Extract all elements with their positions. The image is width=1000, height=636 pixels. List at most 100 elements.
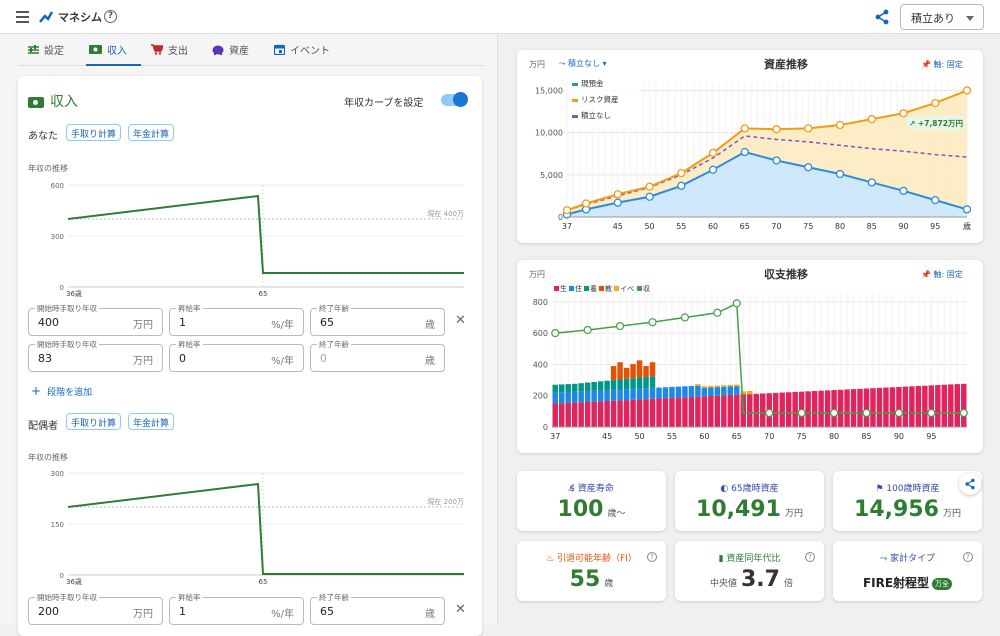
income-point [765, 408, 774, 418]
living-cost-bar [805, 391, 811, 427]
help-icon[interactable]: ? [963, 552, 973, 562]
tab-events-label: イベント [290, 46, 330, 57]
plan-select[interactable]: 積立あり [900, 4, 984, 30]
living-cost-bar [831, 390, 837, 427]
person-spouse-label: 配偶者 [28, 421, 58, 432]
stat-header: $̸ 資産寿命 [517, 481, 666, 494]
tab-income[interactable]: 収入 [86, 36, 141, 66]
income-title-text: 収入 [50, 94, 78, 110]
share-fab[interactable] [959, 473, 981, 495]
cash-point [962, 205, 972, 214]
living-cost-bar [922, 385, 928, 427]
tab-events[interactable]: イベント [273, 36, 330, 66]
living-cost-bar [675, 397, 682, 427]
share-icon[interactable] [875, 9, 889, 28]
cashflow-chart-title: 収支推移 [764, 268, 808, 281]
axis-fixed-toggle[interactable]: 📌 軸: 固定 [921, 59, 963, 70]
raise-rate-field-1[interactable]: 昇給率 1 %/年 [169, 303, 304, 336]
help-icon[interactable]: ? [104, 10, 117, 23]
asset-chart-card: 万円 ⤳ 積立なし ▾ 資産推移 📌 軸: 固定 15,000 10,000 5,0… [517, 50, 983, 243]
living-cost-bar [584, 401, 591, 427]
living-cost-bar [559, 403, 565, 427]
tab-expense-label: 支出 [168, 46, 188, 57]
spouse-start-income-field[interactable]: 開始時手取り年収 200 万円 [28, 592, 163, 625]
stat-unit: 万円 [784, 509, 803, 519]
x-tick: 65 [259, 290, 268, 298]
income-point [551, 329, 560, 338]
plan-select-value: 積立あり [911, 12, 955, 25]
end-age-field-2[interactable]: 終了年齢 0 歳 [310, 339, 445, 372]
end-age-field-1[interactable]: 終了年齢 65 歳 [310, 303, 445, 336]
takehome-calc-chip-spouse[interactable]: 手取り計算 [66, 413, 122, 430]
childcare-cost-bar [584, 382, 591, 392]
childcare-cost-bar [552, 384, 558, 393]
risk-asset-point [581, 199, 591, 208]
add-stage-button[interactable]: + 段階を追加 [31, 384, 92, 398]
x-tick-label: 55 [676, 222, 686, 231]
legend-swatch [572, 99, 578, 102]
living-cost-bar [708, 396, 714, 427]
living-cost-bar [727, 395, 734, 427]
asset-legend: 現預金リスク資産積立なし [569, 76, 639, 128]
help-icon[interactable]: ? [647, 552, 657, 562]
income-point [713, 308, 722, 317]
spouse-end-age-field[interactable]: 終了年齢 65 歳 [310, 592, 445, 625]
tab-assets[interactable]: 資産 [212, 36, 249, 66]
housing-cost-bar [584, 391, 591, 402]
spouse-raise-rate-field[interactable]: 昇給率 1 %/年 [169, 592, 304, 625]
takehome-calc-chip-you[interactable]: 手取り計算 [66, 124, 122, 141]
pension-calc-chip-you[interactable]: 年金計算 [128, 124, 175, 141]
y-tick: 300 [51, 470, 64, 478]
living-cost-bar [779, 392, 785, 427]
living-cost-bar [623, 400, 630, 427]
cash-point [772, 156, 781, 165]
legend-swatch [572, 83, 578, 86]
piggy-bank-icon [212, 44, 224, 58]
compare-dropdown[interactable]: ⤳ 積立なし ▾ [559, 58, 607, 69]
housing-cost-bar [636, 388, 643, 400]
pension-calc-chip-spouse[interactable]: 年金計算 [128, 413, 175, 430]
income-curve-toggle[interactable] [441, 92, 468, 107]
field-label: 昇給率 [176, 303, 203, 314]
start-income-field-1[interactable]: 開始時手取り年収 400 万円 [28, 303, 163, 336]
raise-rate-field-2[interactable]: 昇給率 0 %/年 [169, 339, 304, 372]
income-point [797, 408, 806, 418]
cash-point [740, 147, 749, 157]
housing-cost-bar [727, 386, 734, 396]
remove-row-button[interactable]: ✕ [455, 313, 466, 328]
living-cost-bar [617, 400, 623, 427]
housing-cost-bar [604, 390, 610, 402]
cash-point [613, 198, 622, 207]
stat-asset-lifespan: $̸ 資産寿命 100 歳〜 [517, 471, 666, 531]
housing-cost-bar [701, 387, 708, 397]
housing-cost-bar [649, 387, 656, 399]
menu-icon[interactable] [16, 11, 29, 26]
education-cost-bar [636, 360, 643, 378]
field-value: 65 [320, 316, 334, 329]
field-label: 開始時手取り年収 [35, 592, 99, 603]
cash-point [835, 169, 845, 179]
living-cost-bar [630, 399, 636, 427]
living-cost-bar [714, 395, 721, 427]
x-tick-label: 65 [732, 432, 742, 441]
tab-settings[interactable]: 設定 [28, 36, 64, 66]
tab-expense[interactable]: 支出 [151, 36, 188, 66]
legend-label: 積立なし [581, 110, 611, 120]
childcare-cost-bar [649, 376, 656, 388]
field-label: 開始時手取り年収 [35, 339, 99, 350]
field-value: 0 [179, 352, 186, 365]
tab-income-label: 収入 [107, 46, 127, 57]
remove-row-button[interactable]: ✕ [455, 602, 466, 617]
housing-cost-bar [734, 386, 740, 395]
education-cost-bar [610, 365, 617, 381]
y-tick: 600 [51, 182, 64, 190]
stat-header: ⤳ 家計タイプ [833, 551, 982, 564]
field-value: 83 [38, 352, 52, 365]
axis-fixed-toggle[interactable]: 📌 軸: 固定 [921, 269, 963, 280]
living-cost-bar [721, 395, 727, 427]
status-badge: 万全 [932, 578, 953, 590]
risk-asset-point [772, 125, 781, 134]
help-icon[interactable]: ? [805, 552, 815, 562]
start-income-field-2[interactable]: 開始時手取り年収 83 万円 [28, 339, 163, 372]
legend-swatch [614, 286, 619, 291]
